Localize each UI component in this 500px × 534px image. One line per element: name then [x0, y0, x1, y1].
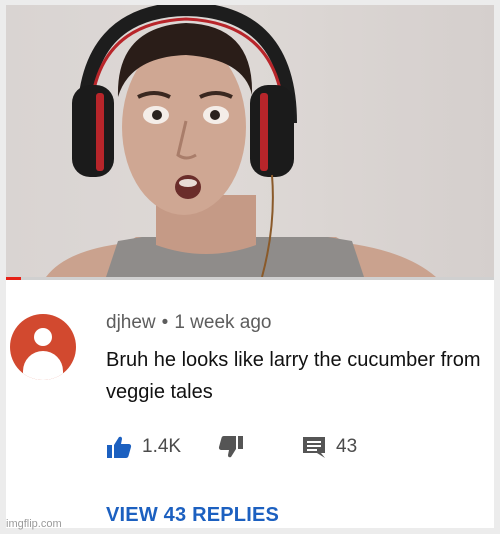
meta-separator: • — [161, 312, 169, 333]
video-frame-illustration — [46, 5, 436, 277]
avatar[interactable] — [10, 314, 76, 380]
comment-actions: 1.4K 43 — [106, 430, 486, 464]
comment-text: Bruh he looks like larry the cucumber fr… — [106, 349, 481, 403]
comment: djhew • 1 week ago Bruh he looks like larr… — [6, 280, 494, 528]
reply-count: 43 — [336, 436, 358, 457]
imgflip-watermark: imgflip.com — [6, 518, 62, 530]
comment-icon[interactable] — [302, 435, 326, 459]
thumbs-up-icon[interactable] — [106, 435, 132, 459]
comment-username[interactable]: djhew — [106, 312, 156, 333]
video-player[interactable] — [6, 5, 494, 277]
avatar-head-shape — [34, 328, 52, 346]
like-count: 1.4K — [142, 436, 182, 457]
like-action: 1.4K — [106, 430, 181, 464]
comment-timestamp[interactable]: 1 week ago — [174, 312, 271, 333]
dislike-action — [218, 430, 244, 464]
screenshot-frame: djhew • 1 week ago Bruh he looks like larr… — [6, 5, 494, 528]
avatar-shoulders-shape — [23, 351, 63, 380]
reply-action: 43 — [302, 430, 357, 464]
thumbs-down-icon[interactable] — [218, 435, 244, 459]
comment-meta: djhew • 1 week ago — [106, 312, 272, 334]
view-replies-button[interactable]: VIEW 43 REPLIES — [106, 504, 279, 527]
